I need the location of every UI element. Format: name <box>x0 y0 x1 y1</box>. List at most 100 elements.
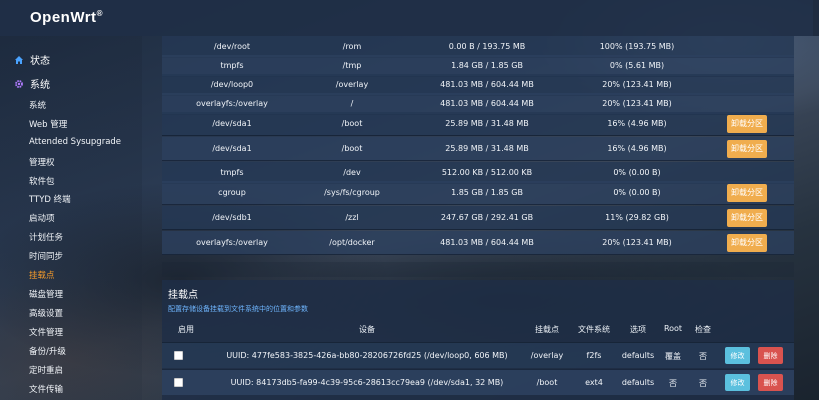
cell-filesystem: f2fs <box>586 351 602 360</box>
sidebar-subitem-startup[interactable]: 启动项 <box>29 212 55 224</box>
sidebar-subitem-admin[interactable]: 管理权 <box>29 156 55 168</box>
sidebar-subitem-system[interactable]: 系统 <box>29 99 46 111</box>
cell-options: defaults <box>621 378 655 387</box>
cell-filesystem: /dev/sda1 <box>212 144 252 153</box>
cell-used: 100% (193.75 MB) <box>599 42 675 51</box>
cell-filesystem: tmpfs <box>220 61 244 70</box>
column-header-mountpoint: 挂载点 <box>535 325 559 334</box>
unmount-button[interactable]: 卸载分区 <box>727 139 767 158</box>
cell-used: 16% (4.96 MB) <box>607 144 667 153</box>
mount-points-section: 挂载点 配置存储设备挂载到文件系统中的位置和参数 启用 设备 挂载点 文件系统 … <box>162 280 794 400</box>
cell-available: 481.03 MB / 604.44 MB <box>440 80 534 89</box>
cell-available: 25.89 MB / 31.48 MB <box>445 144 529 153</box>
cell-mountpoint: /overlay <box>530 351 564 360</box>
sidebar-item-system[interactable]: 系统 <box>14 76 50 91</box>
cell-available: 247.67 GB / 292.41 GB <box>440 213 534 222</box>
sidebar-subitem-advanced[interactable]: 高级设置 <box>29 307 63 319</box>
column-header-filesystem: 文件系统 <box>578 325 610 334</box>
brand-header: OpenWrt® <box>0 0 142 36</box>
sidebar: OpenWrt® 状态 系统 系统 Web 管理 Attended Sysupg… <box>0 0 142 400</box>
sidebar-item-status[interactable]: 状态 <box>14 52 50 67</box>
cell-mountpoint: /boot <box>341 144 363 153</box>
delete-button[interactable]: 删除 <box>758 374 783 391</box>
enable-checkbox[interactable] <box>174 351 183 360</box>
sidebar-subitem-crontab[interactable]: 计划任务 <box>29 231 63 243</box>
cell-options: defaults <box>621 351 655 360</box>
brand-logo[interactable]: OpenWrt® <box>30 9 103 26</box>
unmount-button[interactable]: 卸载分区 <box>727 208 767 227</box>
top-header <box>142 0 819 36</box>
sidebar-subitem-file-manager[interactable]: 文件管理 <box>29 326 63 338</box>
cell-root: 否 <box>669 379 677 388</box>
cell-mountpoint: /dev <box>343 168 361 177</box>
cell-mountpoint: /opt/docker <box>329 238 375 247</box>
gear-icon <box>15 79 23 88</box>
unmount-button[interactable]: 卸载分区 <box>727 114 767 133</box>
sidebar-subitem-web-admin[interactable]: Web 管理 <box>29 118 67 130</box>
cell-available: 1.85 GB / 1.85 GB <box>451 188 523 197</box>
cell-available: 1.84 GB / 1.85 GB <box>451 61 523 70</box>
cell-filesystem: overlayfs:/overlay <box>196 238 268 247</box>
sidebar-subitem-file-transfer[interactable]: 文件传输 <box>29 383 63 395</box>
column-header-enabled: 启用 <box>178 325 194 334</box>
cell-device: UUID: 477fe583-3825-426a-bb80-28206726fd… <box>226 351 508 360</box>
cell-filesystem: /dev/sda1 <box>212 119 252 128</box>
table-row: /dev/sdb1 /zzl 247.67 GB / 292.41 GB 11%… <box>162 206 794 230</box>
cell-used: 0% (0.00 B) <box>613 168 661 177</box>
column-header-check: 检查 <box>695 325 711 334</box>
cell-filesystem: cgroup <box>218 188 246 197</box>
cell-used: 11% (29.82 GB) <box>605 213 669 222</box>
cell-check: 否 <box>699 379 707 388</box>
sidebar-subitem-time-sync[interactable]: 时间同步 <box>29 250 63 262</box>
table-row: cgroup /sys/fs/cgroup 1.85 GB / 1.85 GB … <box>162 181 794 205</box>
sidebar-subitem-attended-sysupgrade[interactable]: Attended Sysupgrade <box>29 137 121 147</box>
cell-used: 0% (5.61 MB) <box>609 61 665 70</box>
cell-filesystem: overlayfs:/overlay <box>196 99 268 108</box>
cell-mountpoint: /boot <box>536 378 558 387</box>
cell-device: UUID: 84173db5-fa99-4c39-95c6-28613cc79e… <box>230 378 504 387</box>
cell-mountpoint: /zzl <box>345 213 359 222</box>
delete-button[interactable]: 删除 <box>758 347 783 364</box>
table-row: UUID: 84173db5-fa99-4c39-95c6-28613cc79e… <box>162 369 794 395</box>
cell-used: 20% (123.41 MB) <box>602 99 672 108</box>
column-header-root: Root <box>663 324 683 333</box>
sidebar-item-label: 状态 <box>30 56 50 67</box>
unmount-button[interactable]: 卸载分区 <box>727 233 767 252</box>
cell-available: 481.03 MB / 604.44 MB <box>440 238 534 247</box>
cell-mountpoint: /boot <box>341 119 363 128</box>
cell-filesystem: /dev/loop0 <box>210 80 254 89</box>
cell-root: 覆盖 <box>665 352 681 361</box>
unmount-button[interactable]: 卸载分区 <box>727 183 767 202</box>
cell-mountpoint: /sys/fs/cgroup <box>324 188 380 197</box>
cell-filesystem: /dev/sdb1 <box>212 213 252 222</box>
cell-check: 否 <box>699 352 707 361</box>
home-icon <box>15 55 23 64</box>
enable-checkbox[interactable] <box>174 378 183 387</box>
cell-available: 0.00 B / 193.75 MB <box>448 42 526 51</box>
cell-mountpoint: /rom <box>342 42 362 51</box>
cell-filesystem: tmpfs <box>220 168 244 177</box>
sidebar-subitem-ttyd[interactable]: TTYD 终端 <box>29 193 71 205</box>
sidebar-subitem-backup[interactable]: 备份/升级 <box>29 345 66 357</box>
section-title: 挂载点 <box>168 290 198 301</box>
section-divider <box>162 262 794 277</box>
cell-mountpoint: /overlay <box>335 80 369 89</box>
sidebar-subitem-disk-manager[interactable]: 磁盘管理 <box>29 288 63 300</box>
sidebar-subitem-packages[interactable]: 软件包 <box>29 175 55 187</box>
cell-used: 16% (4.96 MB) <box>607 119 667 128</box>
table-row: /dev/sda1 /boot 25.89 MB / 31.48 MB 16% … <box>162 112 794 136</box>
edit-button[interactable]: 修改 <box>725 347 750 364</box>
cell-mountpoint: / <box>350 99 354 108</box>
section-description: 配置存储设备挂载到文件系统中的位置和参数 <box>168 305 308 313</box>
edit-button[interactable]: 修改 <box>725 374 750 391</box>
column-header-options: 选项 <box>630 325 646 334</box>
table-row: UUID: 477fe583-3825-426a-bb80-28206726fd… <box>162 342 794 368</box>
cell-available: 481.03 MB / 604.44 MB <box>440 99 534 108</box>
sidebar-subitem-mountpoints[interactable]: 挂载点 <box>29 269 55 281</box>
mounted-filesystems-table: /dev/root /rom 0.00 B / 193.75 MB 100% (… <box>162 36 794 259</box>
cell-used: 20% (123.41 MB) <box>602 238 672 247</box>
cell-mountpoint: /tmp <box>342 61 362 70</box>
cell-filesystem: /dev/root <box>213 42 251 51</box>
cell-used: 20% (123.41 MB) <box>602 80 672 89</box>
sidebar-subitem-reboot-schedule[interactable]: 定时重启 <box>29 364 63 376</box>
